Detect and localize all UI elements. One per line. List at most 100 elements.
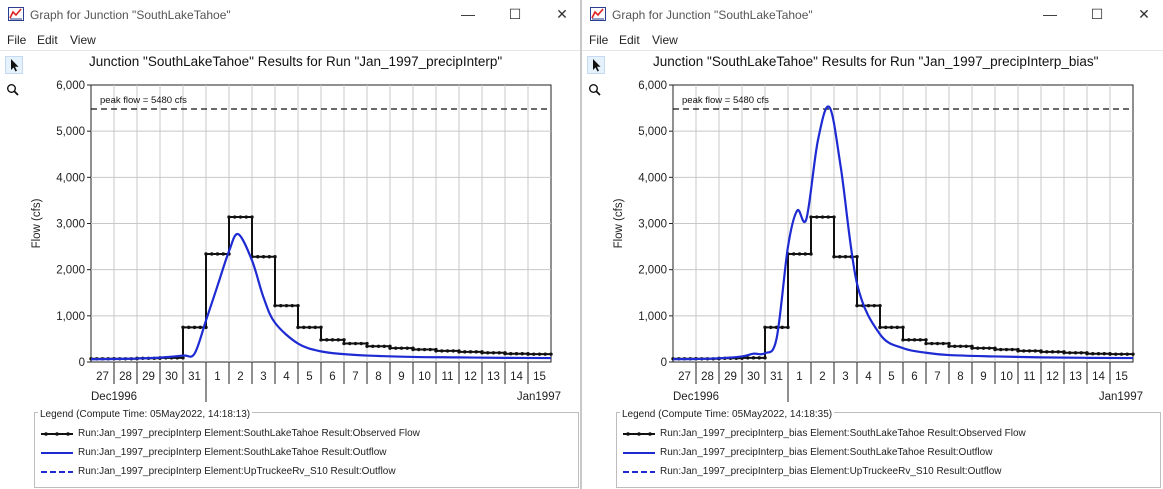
flow-chart-right[interactable]: 01,0002,0003,0004,0005,0006,00027 28 29 30 3… [582, 0, 1163, 410]
x-tick-label: 30 [165, 371, 178, 383]
observed-flow-point [878, 325, 882, 330]
observed-flow-point [958, 344, 963, 349]
legend-entry-outflow: Run:Jan_1997_precipInterp Element:SouthL… [40, 446, 570, 460]
observed-flow-point [261, 255, 266, 259]
observed-flow-point [491, 351, 496, 355]
observed-flow-point [751, 356, 756, 360]
observed-flow-point [342, 341, 346, 346]
observed-flow-point [895, 325, 899, 330]
x-tick-label: 14 [510, 371, 523, 383]
observed-flow-point [342, 338, 346, 342]
observed-flow-point [256, 255, 260, 259]
upstream-outflow-symbol [41, 471, 73, 473]
x-tick-label: 10 [1000, 371, 1013, 383]
observed-flow-point [215, 252, 220, 256]
observed-flow-point [1045, 350, 1049, 354]
observed-flow-point [279, 303, 283, 308]
x-tick-label: 2 [237, 371, 243, 383]
x-tick-label: 11 [442, 371, 454, 383]
observed-flow-point [388, 346, 392, 350]
observed-flow-point [1062, 351, 1066, 355]
observed-flow-point [359, 341, 363, 346]
observed-flow-point [999, 347, 1003, 352]
observed-flow-point [953, 344, 957, 349]
x-tick-label: 6 [329, 371, 335, 383]
observed-flow-point [1027, 349, 1032, 353]
observed-flow-point [267, 255, 271, 259]
observed-flow-point [204, 252, 208, 256]
legend-label: Run:Jan_1997_precipInterp Element:SouthL… [78, 447, 387, 458]
observed-flow-point [947, 344, 951, 349]
observed-flow-point [451, 349, 455, 353]
x-tick-label: 3 [842, 371, 848, 383]
x-period-label-end: Jan1997 [517, 391, 561, 403]
observed-flow-point [422, 347, 427, 352]
x-tick-label: 31 [188, 371, 201, 383]
legend-label: Run:Jan_1997_precipInterp Element:UpTruc… [78, 466, 396, 477]
observed-flow-point [238, 215, 243, 219]
y-tick-label: 5,000 [638, 126, 667, 138]
x-tick-label: 12 [464, 371, 477, 383]
observed-flow-point [405, 346, 409, 350]
x-period-label-start: Dec1996 [673, 391, 719, 403]
observed-flow-point [319, 338, 323, 342]
outflow-symbol [41, 452, 73, 454]
y-tick-label: 3,000 [56, 219, 85, 231]
observed-flow-point [1010, 347, 1014, 352]
observed-flow-point [1068, 351, 1072, 355]
graph-window-left: Graph for Junction "SouthLakeTahoe" — ☐ … [0, 0, 581, 489]
observed-flow-point [866, 303, 871, 308]
observed-flow-point [250, 215, 254, 219]
observed-flow-point [941, 341, 945, 346]
observed-flow-point [780, 325, 784, 330]
peak-flow-annotation: peak flow = 5480 cfs [100, 95, 187, 106]
observed-flow-point [463, 350, 467, 354]
y-tick-label: 3,000 [638, 219, 667, 231]
y-tick-label: 0 [661, 357, 667, 369]
observed-flow-point [1033, 349, 1037, 353]
observed-flow-point [809, 215, 813, 219]
x-tick-label: 13 [1069, 371, 1082, 383]
observed-flow-point [981, 346, 986, 350]
x-tick-label: 8 [375, 371, 381, 383]
y-tick-label: 5,000 [56, 126, 85, 138]
observed-flow-point [233, 215, 237, 219]
observed-flow-point [371, 344, 375, 349]
observed-flow-point [838, 255, 842, 259]
x-tick-label: 29 [142, 371, 155, 383]
x-tick-label: 30 [747, 371, 760, 383]
observed-flow-point [884, 325, 888, 330]
observed-flow-point [855, 255, 859, 259]
observed-flow-point [803, 252, 807, 256]
observed-flow-point [1125, 352, 1129, 356]
observed-flow-point [273, 255, 277, 259]
observed-flow-point [935, 341, 940, 346]
y-tick-label: 6,000 [56, 80, 85, 92]
observed-flow-point [970, 346, 974, 350]
legend-label: Run:Jan_1997_precipInterp_bias Element:S… [660, 447, 993, 458]
x-tick-label: 5 [888, 371, 894, 383]
observed-flow-point [1114, 352, 1118, 356]
observed-flow-point [1039, 350, 1043, 354]
observed-flow-point [901, 325, 905, 330]
observed-flow-point [353, 341, 358, 346]
x-tick-label: 11 [1024, 371, 1036, 383]
observed-flow-point [1108, 352, 1112, 356]
flow-chart-left[interactable]: 01,0002,0003,0004,0005,0006,00027 28 29 30 3… [0, 0, 581, 410]
observed-flow-point [509, 351, 513, 356]
observed-flow-point [411, 347, 415, 352]
observed-flow-symbol [41, 432, 73, 436]
observed-flow-point [313, 325, 317, 330]
outflow-symbol [623, 452, 655, 454]
x-period-label-end: Jan1997 [1099, 391, 1143, 403]
x-tick-label: 10 [418, 371, 431, 383]
observed-flow-point [440, 349, 444, 353]
observed-flow-point [445, 349, 450, 353]
y-axis-label: Flow (cfs) [31, 198, 43, 248]
x-tick-label: 7 [352, 371, 358, 383]
peak-flow-annotation: peak flow = 5480 cfs [682, 95, 769, 106]
legend-title: Legend (Compute Time: 05May2022, 14:18:1… [38, 409, 253, 420]
observed-flow-point [1016, 349, 1020, 353]
y-tick-label: 4,000 [56, 172, 85, 184]
x-tick-label: 13 [487, 371, 500, 383]
